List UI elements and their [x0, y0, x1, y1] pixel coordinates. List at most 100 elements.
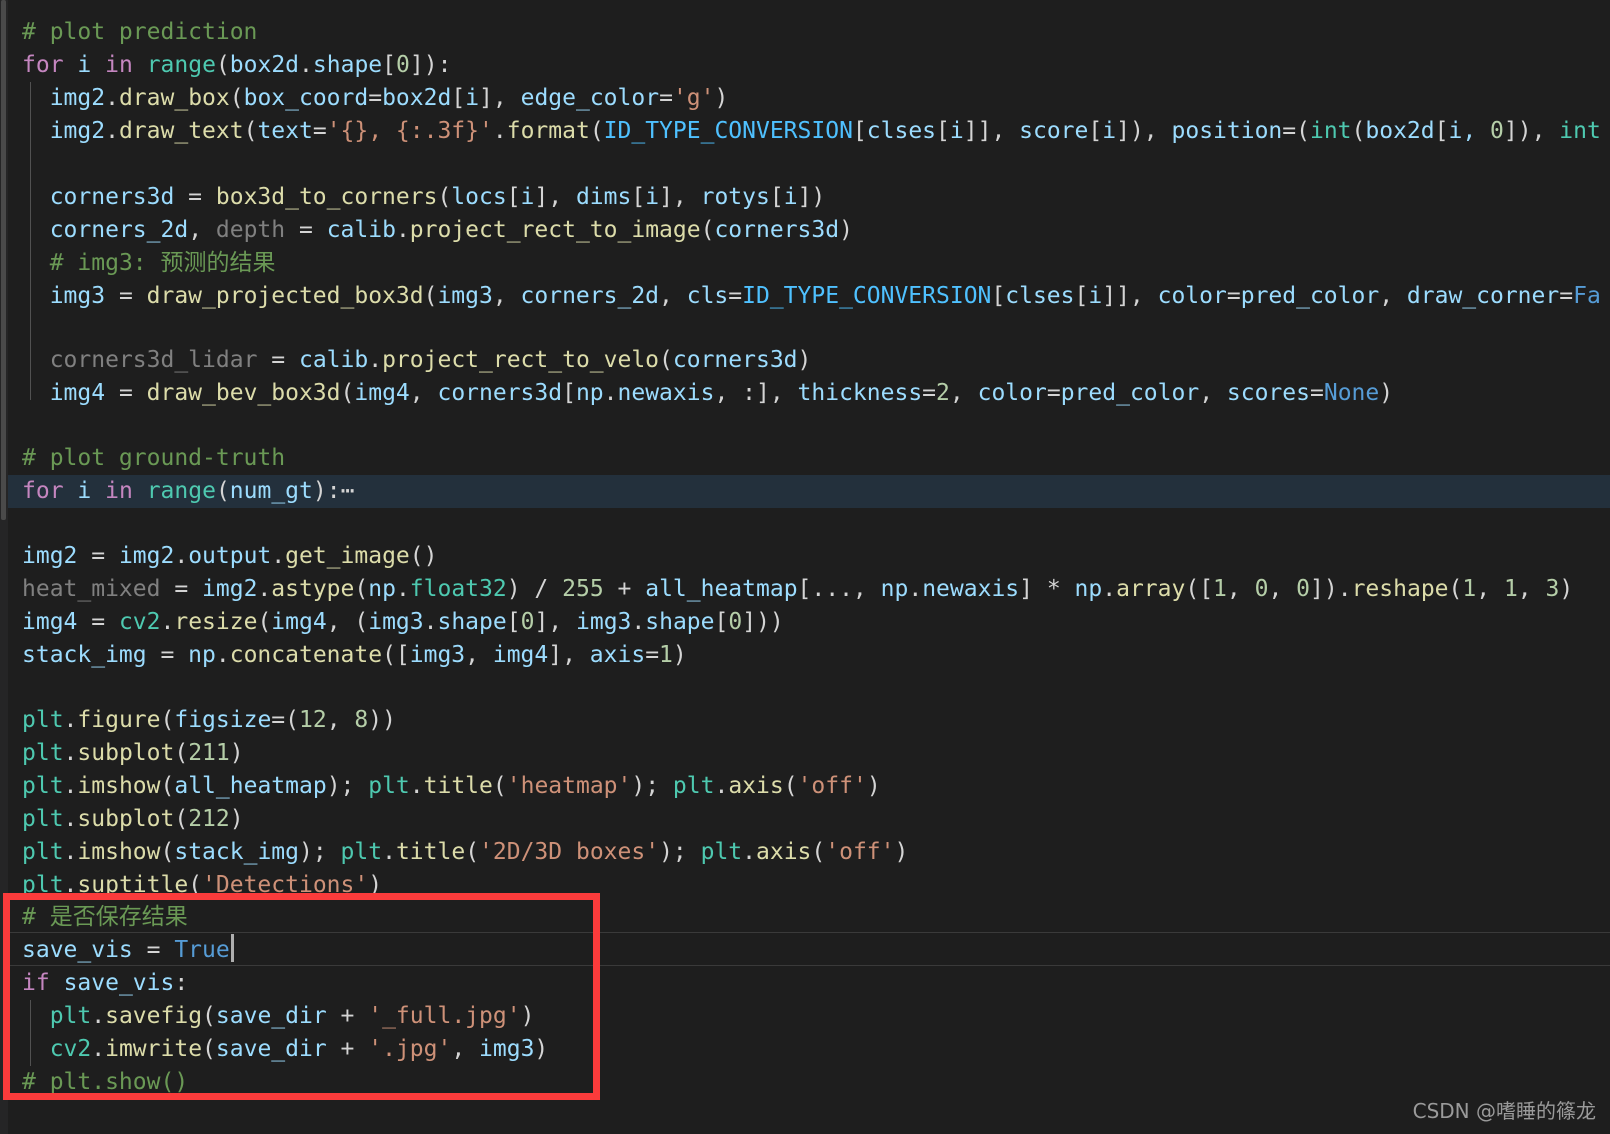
code-line[interactable]: stack_img = np.concatenate([img3, img4],…: [0, 639, 1610, 672]
code-token: .: [1102, 576, 1117, 602]
scrollbar-thumb[interactable]: [1, 0, 6, 520]
code-line[interactable]: cv2.imwrite(save_dir + '.jpg', img3): [0, 1033, 1610, 1066]
code-line-text: plt.subplot(212): [0, 803, 244, 836]
code-token: box3d_to_corners: [215, 184, 438, 210]
code-token: .: [395, 576, 410, 602]
code-line[interactable]: plt.suptitle('Detections'): [0, 869, 1610, 902]
code-line[interactable]: corners3d = box3d_to_corners(locs[i], di…: [0, 181, 1610, 214]
code-token: save_vis: [22, 937, 133, 963]
code-token: (: [437, 184, 452, 210]
code-token: color: [977, 380, 1047, 406]
code-line[interactable]: plt.figure(figsize=(12, 8)): [0, 704, 1610, 737]
code-line[interactable]: img2.draw_box(box_coord=box2d[i], edge_c…: [0, 82, 1610, 115]
code-token: ,: [949, 380, 978, 406]
code-token: concatenate: [229, 642, 383, 668]
code-token: draw_bev_box3d: [146, 380, 341, 406]
code-token: .: [423, 609, 438, 635]
code-token: ],: [534, 609, 576, 635]
code-token: (: [174, 806, 189, 832]
code-line[interactable]: # plot prediction: [0, 16, 1610, 49]
code-token: corners_2d: [520, 283, 660, 309]
code-token: # 是否保存结果: [22, 904, 188, 930]
code-token: np: [575, 380, 604, 406]
code-token: color: [1157, 283, 1227, 309]
code-token: .: [174, 543, 189, 569]
code-token: ] *: [1019, 576, 1075, 602]
code-line[interactable]: # img3: 预测的结果: [0, 247, 1610, 280]
code-token: .: [63, 806, 78, 832]
code-token: ]),: [1116, 118, 1172, 144]
code-line[interactable]: # 是否保存结果: [0, 901, 1610, 934]
code-token: # plt.show(): [22, 1069, 189, 1095]
code-editor-surface[interactable]: # plot prediction for i in range(box2d.sh…: [0, 0, 1610, 1134]
code-line[interactable]: plt.imshow(all_heatmap); plt.title('heat…: [0, 770, 1610, 803]
code-token: =: [132, 937, 175, 963]
code-line[interactable]: plt.imshow(stack_img); plt.title('2D/3D …: [0, 836, 1610, 869]
code-line[interactable]: plt.subplot(212): [0, 803, 1610, 836]
code-token: 0: [1296, 576, 1311, 602]
code-token: (: [659, 347, 673, 373]
code-line[interactable]: save_vis = True: [0, 934, 1610, 967]
code-token: (: [354, 576, 369, 602]
code-line[interactable]: img4 = draw_bev_box3d(img4, corners3d[np…: [0, 377, 1610, 410]
code-line[interactable]: img2 = img2.output.get_image(): [0, 540, 1610, 573]
code-token: [...,: [797, 576, 881, 602]
code-line-text: plt.suptitle('Detections'): [0, 869, 382, 902]
code-line[interactable]: [0, 672, 1610, 705]
code-line-text: plt.figure(figsize=(12, 8)): [0, 704, 396, 737]
code-token: img3: [368, 609, 424, 635]
code-token: (: [160, 707, 175, 733]
code-line-text: # plot ground-truth: [0, 442, 285, 475]
code-token: 211: [188, 740, 230, 766]
code-token: 0: [520, 609, 535, 635]
code-line[interactable]: img3 = draw_projected_box3d(img3, corner…: [0, 280, 1610, 313]
code-token: =: [105, 380, 147, 406]
code-line[interactable]: [0, 313, 1610, 346]
code-token: corners3d: [714, 217, 840, 243]
code-line[interactable]: # plot ground-truth: [0, 442, 1610, 475]
code-line[interactable]: [0, 148, 1610, 181]
code-token: 'off': [797, 773, 867, 799]
code-token: figsize: [174, 707, 272, 733]
code-token: (: [202, 1036, 216, 1062]
code-line[interactable]: img4 = cv2.resize(img4, (img3.shape[0], …: [0, 606, 1610, 639]
code-token: =: [160, 576, 203, 602]
code-token: subplot: [77, 806, 175, 832]
code-token: ,: [1268, 576, 1297, 602]
code-token: (: [243, 118, 258, 144]
code-line-text: img2.draw_box(box_coord=box2d[i], edge_c…: [0, 82, 729, 115]
code-line-text: cv2.imwrite(save_dir + '.jpg', img3): [0, 1033, 549, 1066]
code-line[interactable]: corners_2d, depth = calib.project_rect_t…: [0, 214, 1610, 247]
code-token: plt: [49, 1003, 92, 1029]
code-token: (: [257, 609, 272, 635]
code-line[interactable]: heat_mixed = img2.astype(np.float32) / 2…: [0, 573, 1610, 606]
code-token: =: [77, 543, 119, 569]
code-token: =(: [1282, 118, 1310, 144]
code-line[interactable]: for i in range(num_gt):⋯: [0, 475, 1610, 508]
code-line[interactable]: corners3d_lidar = calib.project_rect_to_…: [0, 344, 1610, 377]
code-token: i: [465, 85, 480, 111]
code-token: ,: [1199, 380, 1227, 406]
code-token: (: [465, 839, 480, 865]
code-line[interactable]: [0, 508, 1610, 541]
code-line[interactable]: for i in range(box2d.shape[0]):: [0, 49, 1610, 82]
code-token: cls: [686, 283, 729, 309]
code-line[interactable]: plt.savefig(save_dir + '_full.jpg'): [0, 1000, 1610, 1033]
code-token: shape: [312, 52, 383, 78]
code-token: np: [880, 576, 909, 602]
code-token: )): [368, 707, 396, 733]
code-line[interactable]: img2.draw_text(text='{}, {:.3f}'.format(…: [0, 115, 1610, 148]
editor-scrollbar[interactable]: [0, 0, 8, 1134]
code-line[interactable]: [0, 410, 1610, 443]
code-line-text: plt.subplot(211): [0, 737, 244, 770]
code-token: ]).: [1310, 576, 1352, 602]
code-token: imshow: [77, 839, 161, 865]
code-line[interactable]: plt.subplot(211): [0, 737, 1610, 770]
code-line[interactable]: if save_vis:: [0, 967, 1610, 1000]
code-token: ): [520, 1003, 535, 1029]
code-line[interactable]: # plt.show(): [0, 1066, 1610, 1099]
